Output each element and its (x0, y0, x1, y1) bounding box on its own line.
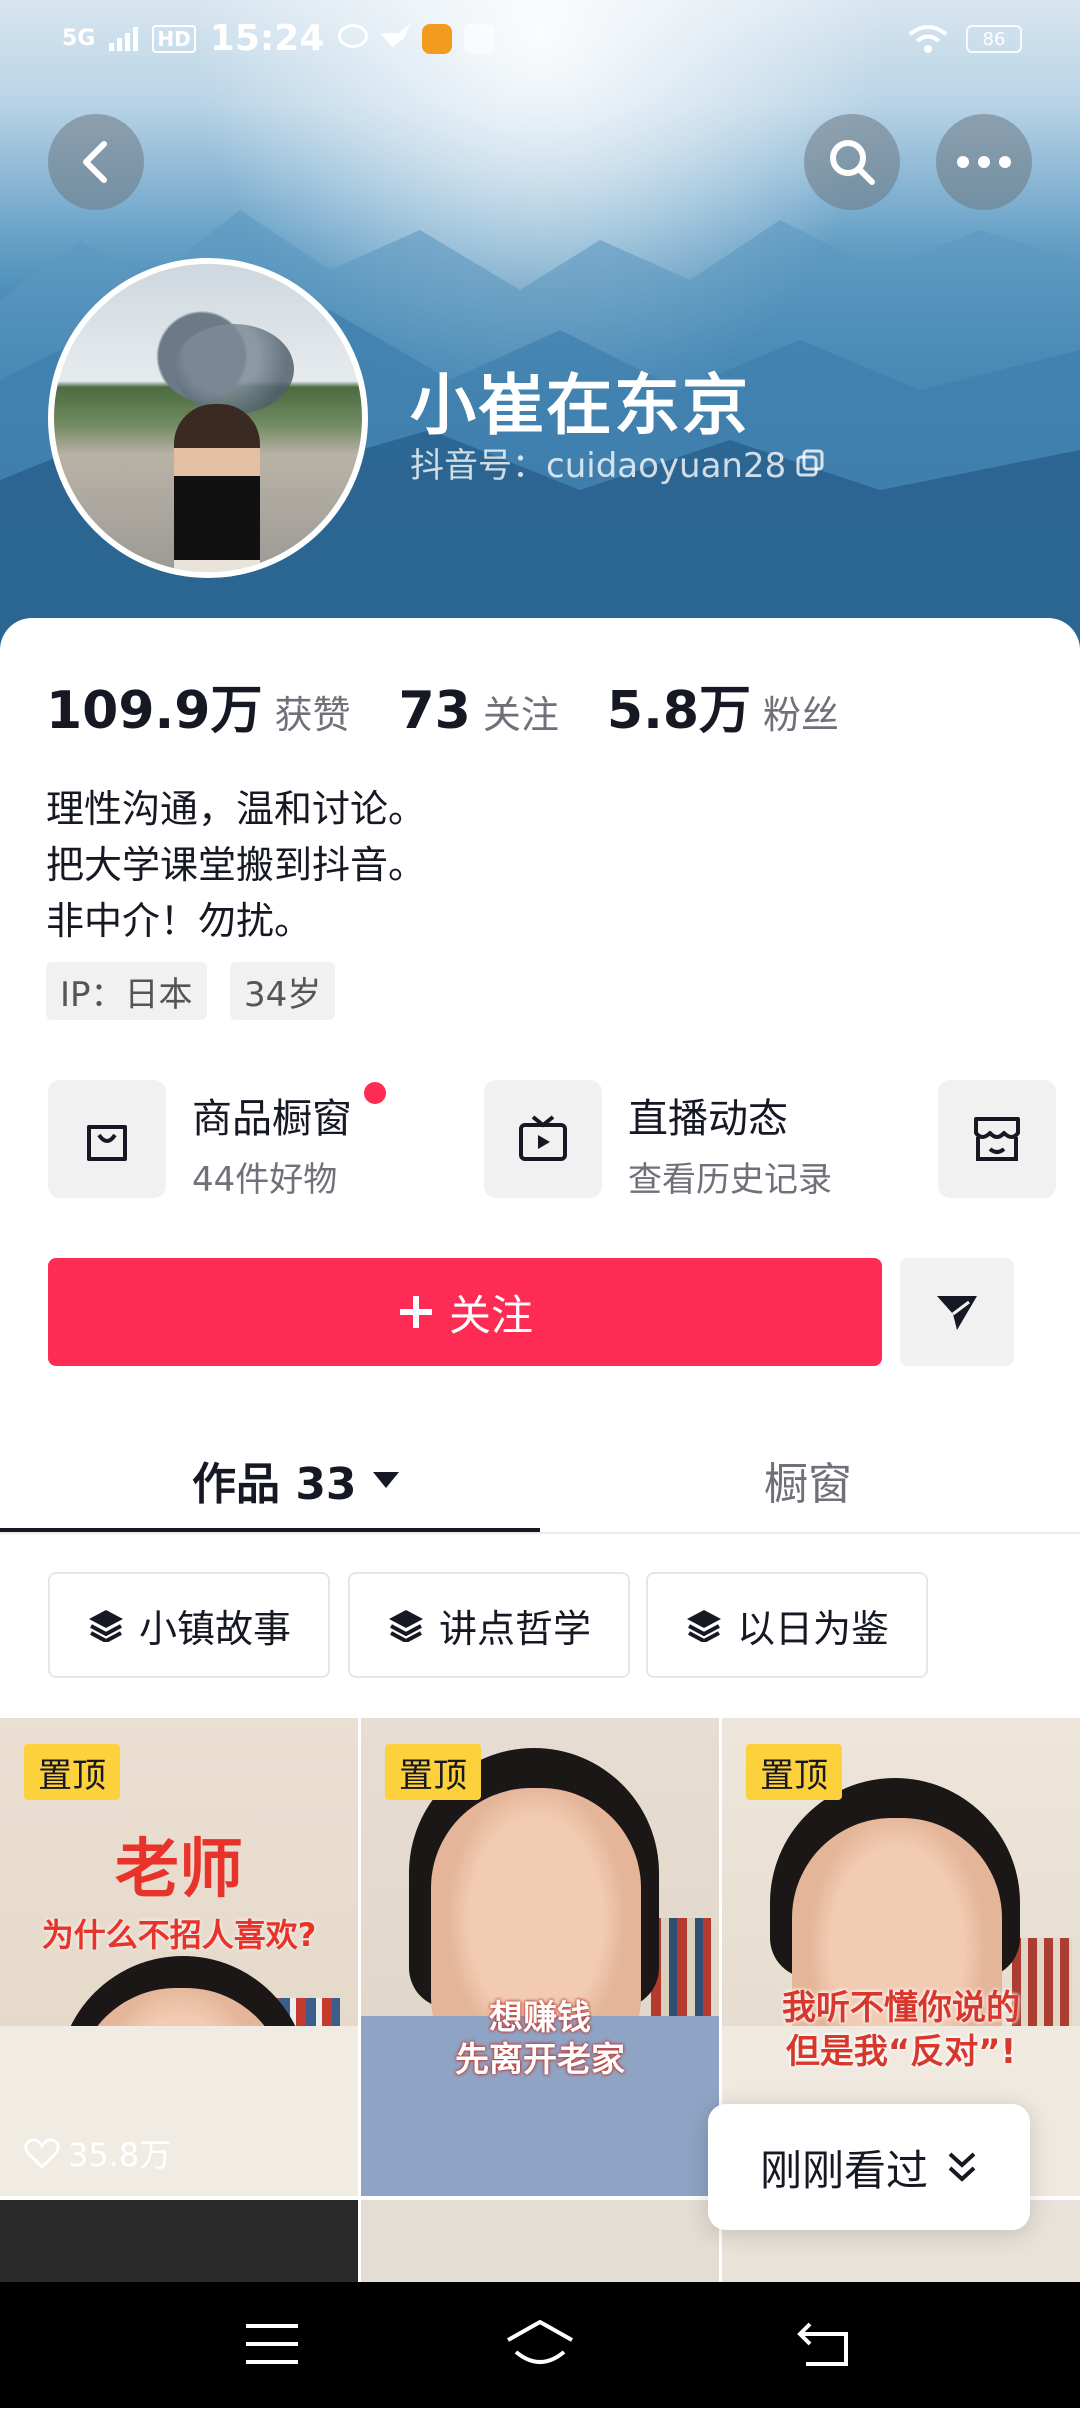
back-nav-icon[interactable] (796, 2320, 852, 2368)
tag-ip: IP：日本 (46, 962, 207, 1020)
plus-icon (399, 1296, 432, 1328)
stats-row: 109.9万 获赞 73 关注 5.8万 粉丝 (46, 668, 839, 743)
caret-down-icon (372, 1472, 399, 1488)
avatar[interactable] (48, 258, 368, 578)
direct-message-button[interactable] (900, 1258, 1014, 1366)
douyin-id-text: 抖音号：cuidaoyuan28 (410, 446, 787, 486)
stat-following[interactable]: 73 关注 (399, 681, 559, 741)
battery-icon: 86 (966, 25, 1022, 53)
double-chevron-down-icon (948, 2152, 976, 2182)
stat-followers-value: 5.8万 (606, 681, 752, 741)
follow-label: 关注 (448, 1290, 533, 1340)
pinned-badge: 置顶 (24, 1744, 120, 1800)
network-indicator: 5G (62, 25, 96, 51)
recently-viewed-button[interactable]: 刚刚看过 (708, 2104, 1030, 2230)
notification-icons (338, 23, 495, 54)
search-icon (830, 140, 875, 185)
video-3-title-line-2: 但是我“反对”! (785, 2032, 1017, 2072)
video-1-like-count: 35.8万 (68, 2136, 172, 2174)
system-navigation-bar (0, 2282, 1080, 2408)
search-button[interactable] (804, 114, 900, 210)
bio-line-2: 把大学课堂搬到抖音。 (46, 843, 427, 887)
stat-following-label: 关注 (482, 693, 559, 737)
tag-age: 34岁 (230, 962, 336, 1020)
profile-name: 小崔在东京 (410, 367, 750, 444)
video-1-likes: 35.8万 (24, 2130, 171, 2176)
collection-chip-2[interactable]: 讲点哲学 (348, 1572, 630, 1678)
collection-chip-3-label: 以日为鉴 (736, 1606, 889, 1651)
layers-icon (88, 1610, 123, 1642)
stat-likes-value: 109.9万 (46, 681, 263, 741)
video-3-title-line-1: 我听不懂你说的 (782, 1988, 1020, 2028)
video-2-title-line-2: 先离开老家 (455, 2040, 625, 2080)
avatar-photo-globe (174, 324, 294, 414)
more-button[interactable] (936, 114, 1032, 210)
tab-shop-window[interactable]: 橱窗 (764, 1448, 852, 1512)
copy-icon[interactable] (796, 449, 824, 477)
stat-following-value: 73 (398, 681, 471, 741)
tab-works[interactable]: 作品 33 (192, 1448, 401, 1512)
recently-viewed-label: 刚刚看过 (759, 2145, 928, 2195)
bio-line-1: 理性沟通，温和讨论。 (46, 787, 427, 831)
collection-chip-1[interactable]: 小镇故事 (48, 1572, 330, 1678)
layers-icon (388, 1610, 423, 1642)
video-1-title-line-1: 老师 (115, 1833, 243, 1907)
battery-level: 86 (982, 28, 1006, 50)
home-icon[interactable] (504, 2318, 576, 2370)
bag-icon (87, 1125, 127, 1161)
avatar-photo-person (174, 404, 260, 572)
collection-chip-1-label: 小镇故事 (138, 1606, 291, 1651)
bio-line-3: 非中介！勿扰。 (46, 899, 313, 943)
hd-badge: HD (152, 24, 196, 53)
collection-chip-3[interactable]: 以日为鉴 (646, 1572, 928, 1678)
bag-icon-box (48, 1080, 166, 1198)
video-thumbnail-1[interactable]: 置顶 老师 为什么不招人喜欢? 35.8万 (0, 1718, 358, 2196)
stat-followers[interactable]: 5.8万 粉丝 (607, 668, 839, 743)
video-thumbnail-5[interactable] (361, 2200, 719, 2282)
feature-shop-subtitle: 44件好物 (192, 1160, 338, 1200)
status-bar: 5G HD 15:24 (62, 18, 495, 59)
wifi-icon (908, 25, 948, 53)
feature-store[interactable] (938, 1080, 1056, 1198)
video-1-title-line-2: 为什么不招人喜欢? (41, 1916, 317, 1954)
tab-divider (0, 1532, 1080, 1534)
stat-likes-label: 获赞 (274, 693, 351, 737)
notification-dot (364, 1082, 386, 1104)
video-thumbnail-2[interactable]: 置顶 想赚钱 先离开老家 (361, 1718, 719, 2196)
stat-likes[interactable]: 109.9万 获赞 (46, 668, 351, 743)
more-icon (957, 156, 1011, 168)
menu-icon[interactable] (244, 2322, 300, 2366)
layers-icon (686, 1610, 721, 1642)
feature-live-subtitle: 查看历史记录 (628, 1160, 832, 1200)
signal-icon (109, 26, 139, 51)
back-button[interactable] (48, 114, 144, 210)
stat-followers-label: 粉丝 (763, 693, 840, 737)
tv-play-icon (519, 1115, 567, 1161)
feature-live-title: 直播动态 (628, 1096, 788, 1142)
store-icon (974, 1117, 1020, 1161)
video-thumbnail-4[interactable] (0, 2200, 358, 2282)
send-icon (937, 1296, 977, 1330)
feature-shop-title: 商品橱窗 (192, 1096, 352, 1142)
follow-button[interactable]: 关注 (48, 1258, 882, 1366)
back-arrow-icon (83, 141, 107, 183)
clock: 15:24 (209, 18, 325, 59)
tv-icon-box (484, 1080, 602, 1198)
pinned-badge: 置顶 (385, 1744, 481, 1800)
status-right: 86 (908, 24, 1022, 54)
pinned-badge: 置顶 (746, 1744, 842, 1800)
douyin-id[interactable]: 抖音号：cuidaoyuan28 (410, 438, 824, 487)
tab-works-label: 作品 33 (192, 1459, 357, 1510)
heart-icon (24, 2138, 60, 2169)
collection-chip-2-label: 讲点哲学 (438, 1606, 591, 1651)
